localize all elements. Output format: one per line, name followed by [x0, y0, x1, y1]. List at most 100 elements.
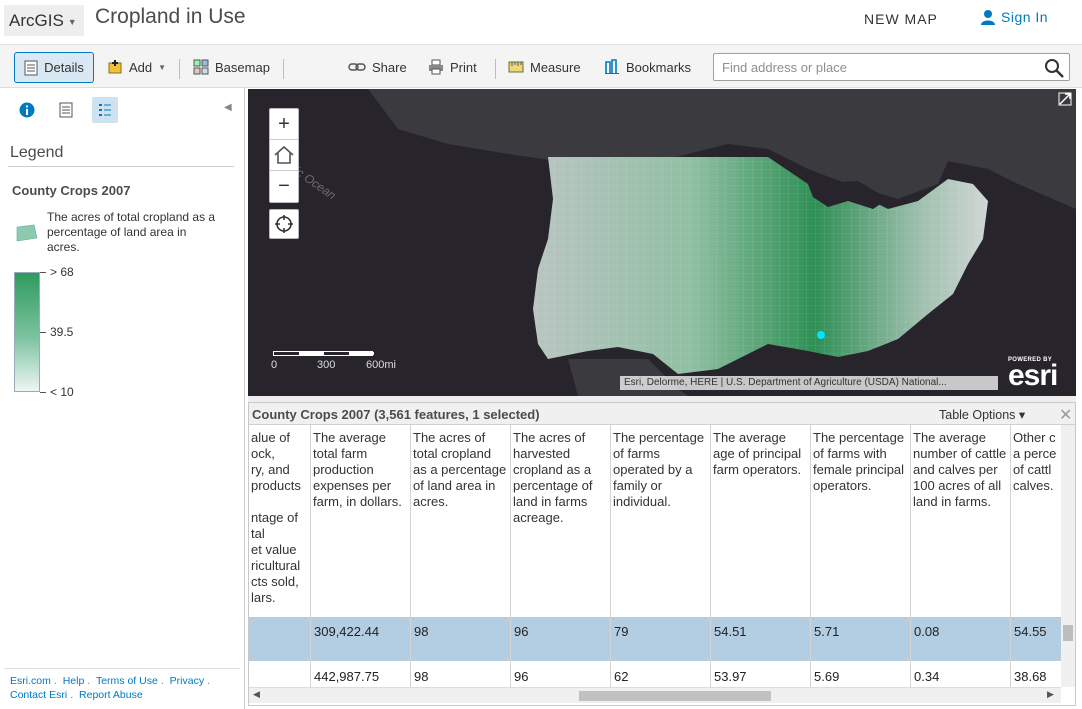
table-cell: 98 — [414, 669, 429, 684]
column-header[interactable]: The percentage of farms operated by a fa… — [611, 425, 710, 613]
scale-label-300: 300 — [317, 359, 336, 371]
details-button[interactable]: Details — [14, 52, 94, 83]
table-cell: 54.55 — [1014, 624, 1047, 639]
column-header[interactable]: The average age of principal farm operat… — [711, 425, 810, 613]
user-icon — [981, 10, 995, 25]
column-header[interactable]: The percentage of farms with female prin… — [811, 425, 910, 613]
scroll-right-icon[interactable]: ▶ — [1047, 689, 1054, 700]
scale-bar — [273, 351, 374, 356]
measure-button[interactable]: Measure — [508, 53, 581, 81]
horizontal-scrollbar[interactable]: ◀ ▶ — [249, 687, 1061, 703]
printer-icon — [429, 59, 443, 75]
print-button[interactable]: Print — [428, 53, 477, 81]
app-switcher[interactable]: ArcGIS ▼ — [4, 5, 84, 36]
measure-label: Measure — [530, 59, 581, 75]
map-attribution[interactable]: Esri, Delorme, HERE | U.S. Department of… — [620, 376, 998, 390]
table-cell: 96 — [514, 669, 529, 684]
vertical-scrollbar[interactable] — [1061, 425, 1075, 687]
vertical-scroll-thumb[interactable] — [1063, 625, 1073, 641]
footer-link-contact[interactable]: Contact Esri — [10, 689, 67, 701]
column-header[interactable]: alue of ock, ry, and products ntage of t… — [249, 425, 310, 613]
footer-link-help[interactable]: Help — [63, 675, 85, 687]
attribute-table: County Crops 2007 (3,561 features, 1 sel… — [248, 402, 1076, 706]
top-header: ArcGIS ▼ Cropland in Use NEW MAP Sign In — [0, 0, 1082, 44]
share-button[interactable]: Share — [348, 53, 407, 81]
footer-link-terms[interactable]: Terms of Use — [96, 675, 158, 687]
locate-button[interactable] — [269, 209, 299, 239]
table-options-menu[interactable]: Table Options ▾ — [939, 407, 1025, 422]
ramp-label-mid: 39.5 — [50, 325, 74, 339]
legend-icon — [99, 104, 111, 116]
table-cell: 96 — [514, 624, 529, 639]
table-cell: 98 — [414, 624, 429, 639]
link-icon — [348, 63, 366, 71]
ramp-tick — [40, 392, 46, 393]
table-cell: 0.08 — [914, 624, 940, 639]
tab-content[interactable] — [53, 97, 79, 123]
column: The average number of cattle and calves … — [911, 425, 1011, 687]
footer-link-report[interactable]: Report Abuse — [79, 689, 143, 701]
new-map-link[interactable]: NEW MAP — [864, 11, 938, 27]
selected-feature-marker[interactable] — [817, 331, 825, 339]
legend-swatch-icon — [16, 224, 38, 242]
table-cell: 5.71 — [814, 624, 840, 639]
esri-logo[interactable]: POWERED BY esri — [1008, 357, 1058, 391]
search-box — [713, 53, 1070, 81]
column: alue of ock, ry, and products ntage of t… — [249, 425, 311, 687]
chevron-down-icon: ▼ — [67, 17, 77, 27]
add-layer-icon — [108, 60, 122, 74]
map-canvas[interactable]: Pacific Ocean — [248, 89, 1076, 396]
search-input[interactable] — [714, 54, 1034, 80]
table-grid: alue of ock, ry, and products ntage of t… — [249, 425, 1061, 687]
table-header-bar: County Crops 2007 (3,561 features, 1 sel… — [249, 403, 1075, 425]
footer-link-esri[interactable]: Esri.com — [10, 675, 51, 687]
column: The acres of total cropland as a percent… — [411, 425, 511, 687]
chevron-down-icon: ▼ — [158, 62, 167, 72]
footer-link-privacy[interactable]: Privacy — [170, 675, 204, 687]
sign-in-link[interactable]: Sign In — [980, 9, 1048, 25]
map-view[interactable]: Pacific Ocean + − 0 300 600mi Esri, Delo… — [248, 89, 1076, 396]
column-header[interactable]: The acres of harvested cropland as a per… — [511, 425, 610, 613]
app-name: ArcGIS — [9, 10, 64, 30]
add-label: Add — [129, 59, 153, 75]
close-icon[interactable]: ✕ — [1059, 405, 1072, 425]
tab-legend[interactable] — [92, 97, 118, 123]
tab-about[interactable] — [14, 97, 40, 123]
add-button[interactable]: Add ▼ — [107, 53, 166, 81]
table-cell: 79 — [614, 624, 629, 639]
horizontal-scroll-thumb[interactable] — [579, 691, 771, 701]
crosshair-icon — [275, 215, 293, 233]
basemap-label: Basemap — [215, 59, 270, 75]
search-icon[interactable] — [1043, 57, 1065, 79]
divider — [4, 668, 240, 669]
scroll-left-icon[interactable]: ◀ — [253, 689, 260, 700]
collapse-panel-icon[interactable]: ◀ — [224, 102, 232, 113]
scale-label-0: 0 — [271, 359, 278, 371]
home-icon — [274, 145, 294, 164]
column: The average total farm production expens… — [311, 425, 411, 687]
column-header[interactable]: Other c a perce of cattl calves. — [1011, 425, 1061, 613]
column-header[interactable]: The acres of total cropland as a percent… — [411, 425, 510, 613]
ramp-tick — [40, 272, 46, 273]
toolbar-divider — [283, 59, 284, 79]
details-label: Details — [44, 60, 84, 75]
column-header[interactable]: The average total farm production expens… — [311, 425, 410, 613]
zoom-out-button[interactable]: − — [270, 171, 298, 202]
column: Other c a perce of cattl calves. — [1011, 425, 1061, 687]
sign-in-label: Sign In — [1001, 9, 1049, 25]
table-title: County Crops 2007 (3,561 features, 1 sel… — [252, 407, 540, 422]
column-header[interactable]: The average number of cattle and calves … — [911, 425, 1010, 613]
info-icon — [19, 102, 35, 118]
table-cell: 54.51 — [714, 624, 747, 639]
basemap-button[interactable]: Basemap — [193, 53, 270, 81]
sidebar-tabs: ◀ — [0, 88, 245, 130]
bookmark-icon — [605, 59, 619, 74]
footer-links: Esri.com. Help. Terms of Use. Privacy. C… — [10, 675, 211, 701]
bookmarks-button[interactable]: Bookmarks — [604, 53, 691, 81]
expand-icon[interactable] — [1058, 92, 1072, 106]
scale-label-600: 600mi — [366, 359, 396, 371]
table-cell: 0.34 — [914, 669, 940, 684]
home-button[interactable] — [270, 140, 298, 171]
column: The acres of harvested cropland as a per… — [511, 425, 611, 687]
zoom-in-button[interactable]: + — [270, 109, 298, 140]
